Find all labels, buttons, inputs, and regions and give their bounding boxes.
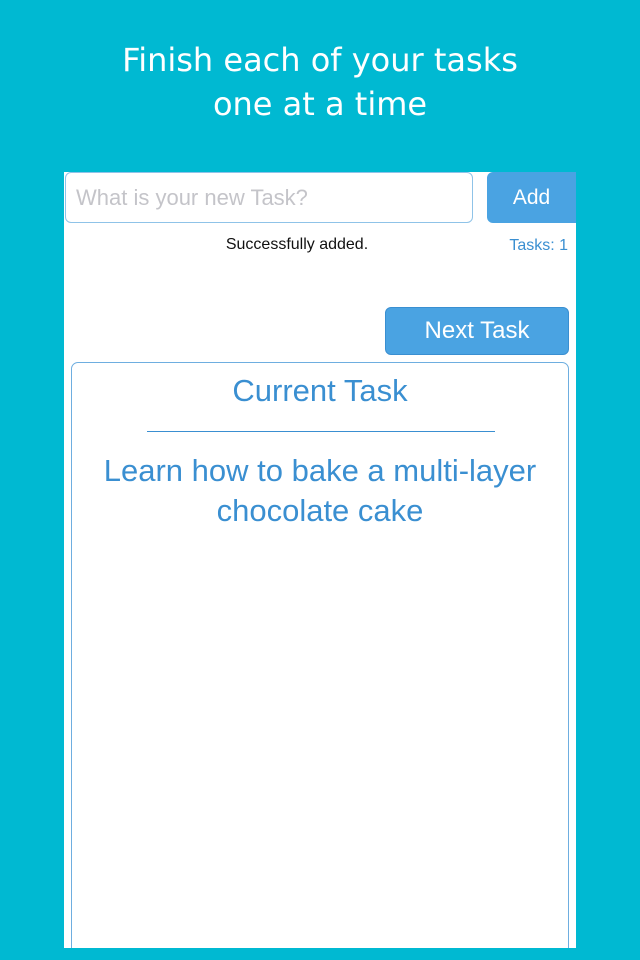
add-button[interactable]: Add xyxy=(487,172,576,223)
next-task-button[interactable]: Next Task xyxy=(385,307,569,355)
status-message: Successfully added. xyxy=(225,236,369,253)
headline-line-2: one at a time xyxy=(212,85,428,123)
current-task-text: Learn how to bake a multi-layer chocolat… xyxy=(103,453,537,528)
new-task-input[interactable] xyxy=(65,172,473,223)
current-task-heading: Current Task xyxy=(232,373,408,408)
heading-divider xyxy=(147,431,495,432)
promo-headline: Finish each of your tasks one at a time xyxy=(0,38,640,126)
task-count: Tasks: 1 xyxy=(509,237,568,254)
app-screen: Add Successfully added. Tasks: 1 Next Ta… xyxy=(64,172,576,948)
current-task-card: Current Task Learn how to bake a multi-l… xyxy=(71,362,569,948)
headline-line-1: Finish each of your tasks xyxy=(122,41,518,79)
